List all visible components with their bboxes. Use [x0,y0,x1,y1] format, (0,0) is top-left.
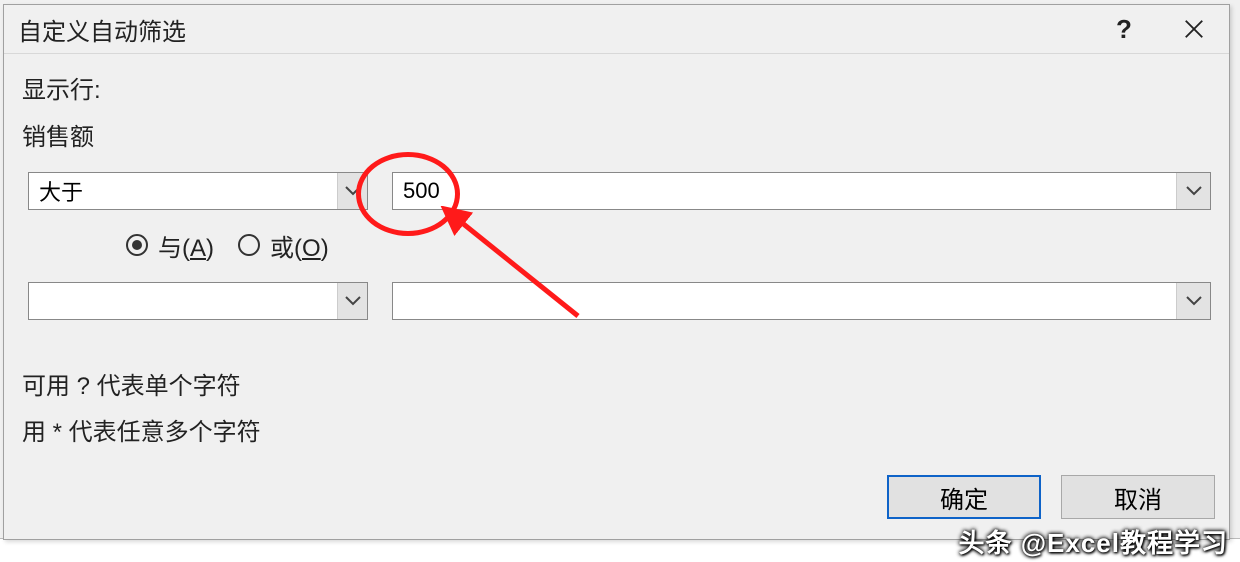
hint-asterisk: 用 * 代表任意多个字符 [22,410,1211,456]
watermark-text: 头条 @Excel教程学习 [958,523,1228,560]
ok-button[interactable]: 确定 [887,475,1041,519]
criteria-row-1 [22,172,1211,210]
hint-question-mark: 可用 ? 代表单个字符 [22,364,1211,410]
and-radio[interactable]: 与(A) [126,228,214,263]
custom-autofilter-dialog: 自定义自动筛选 ? 显示行: 销售额 [3,4,1230,540]
criteria-row-2 [22,282,1211,320]
operator-2-combobox[interactable] [28,282,368,320]
operator-1-dropdown-button[interactable] [337,173,367,209]
or-radio[interactable]: 或(O) [238,228,329,263]
cancel-button[interactable]: 取消 [1061,475,1215,519]
dialog-title: 自定义自动筛选 [18,12,186,47]
operator-2-input[interactable] [29,283,337,319]
value-2-input[interactable] [393,283,1176,319]
column-label: 销售额 [22,117,1211,152]
close-button[interactable] [1159,5,1229,53]
value-2-dropdown-button[interactable] [1176,283,1210,319]
chevron-down-icon [1186,186,1202,196]
value-1-combobox[interactable] [392,172,1211,210]
radio-icon [238,234,260,256]
operator-1-input[interactable] [29,173,337,209]
and-radio-label: 与(A) [158,228,214,263]
titlebar: 自定义自动筛选 ? [4,5,1229,54]
value-1-input[interactable] [393,173,1176,209]
dialog-body: 显示行: 销售额 与(A) 或(O) [4,54,1229,455]
value-2-combobox[interactable] [392,282,1211,320]
radio-icon [126,234,148,256]
help-button[interactable]: ? [1089,5,1159,53]
close-icon [1183,18,1205,40]
chevron-down-icon [345,186,361,196]
hint-text: 可用 ? 代表单个字符 用 * 代表任意多个字符 [22,364,1211,455]
operator-2-dropdown-button[interactable] [337,283,367,319]
show-rows-label: 显示行: [22,70,1211,105]
cancel-button-label: 取消 [1114,480,1162,515]
ok-button-label: 确定 [940,480,988,515]
logic-radio-group: 与(A) 或(O) [22,224,1211,266]
operator-1-combobox[interactable] [28,172,368,210]
value-1-dropdown-button[interactable] [1176,173,1210,209]
help-icon: ? [1116,14,1132,45]
chevron-down-icon [1186,296,1202,306]
or-radio-label: 或(O) [270,228,329,263]
chevron-down-icon [345,296,361,306]
